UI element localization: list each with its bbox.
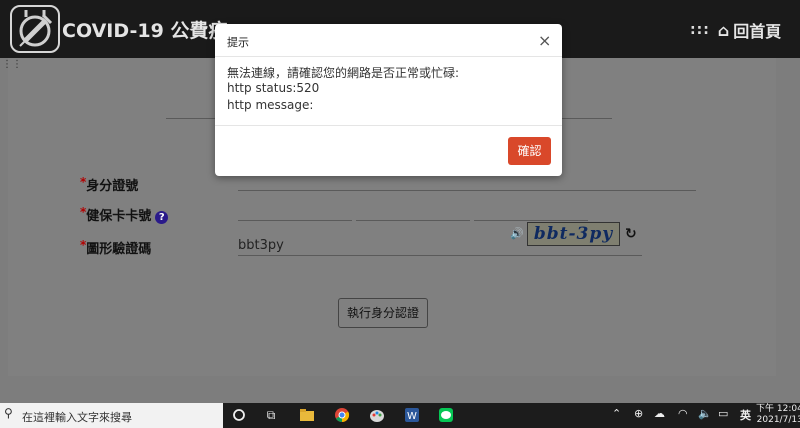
- alert-dialog: 提示 × 無法連線，請確認您的網路是否正常或忙碌: http status:52…: [215, 24, 562, 176]
- clock-time: 下午 12:04: [756, 404, 800, 414]
- syringe-icon: [19, 10, 53, 47]
- speaker-icon[interactable]: 🔊: [510, 227, 524, 240]
- submit-button[interactable]: 執行身分認證: [338, 298, 428, 328]
- volume-icon[interactable]: 🔈: [698, 407, 712, 420]
- pen-workspace-icon[interactable]: ⊕: [634, 407, 643, 420]
- ime-indicator[interactable]: 英: [740, 407, 751, 423]
- captcha-image: bbt-3py: [527, 222, 620, 246]
- refresh-icon[interactable]: ↻: [625, 226, 637, 242]
- cortana-icon[interactable]: [230, 406, 248, 424]
- card-number-input-1[interactable]: [238, 220, 352, 221]
- keyboard-icon[interactable]: ▭: [718, 407, 728, 420]
- onedrive-icon[interactable]: ☁: [654, 407, 665, 420]
- dialog-http-message-line: http message:: [227, 98, 314, 112]
- taskbar-search-placeholder: 在這裡輸入文字來搜尋: [22, 411, 132, 424]
- confirm-button[interactable]: 確認: [508, 137, 551, 165]
- close-icon[interactable]: ×: [538, 31, 551, 50]
- home-icon: ⌂: [717, 20, 730, 40]
- taskbar-clock[interactable]: 下午 12:04 2021/7/13: [756, 404, 800, 426]
- id-number-input[interactable]: [238, 190, 696, 191]
- paint-icon[interactable]: [368, 406, 386, 424]
- site-title: COVID-19 公費疫: [62, 20, 228, 42]
- dialog-status-line: http status:520: [227, 81, 320, 95]
- home-link[interactable]: ::: ⌂ 回首頁: [690, 18, 781, 42]
- dialog-title: 提示: [227, 36, 249, 49]
- dialog-footer-divider: [215, 125, 562, 126]
- home-label: 回首頁: [733, 22, 782, 41]
- card-number-label: *健保卡卡號?: [80, 205, 169, 224]
- clock-date: 2021/7/13: [756, 415, 800, 425]
- site-logo[interactable]: [10, 5, 60, 53]
- dialog-message-line: 無法連線，請確認您的網路是否正常或忙碌:: [227, 66, 460, 80]
- id-number-label: *身分證號: [80, 175, 139, 194]
- captcha-input-underline: [238, 255, 642, 256]
- menu-dots-icon[interactable]: :::: [690, 22, 710, 38]
- captcha-label: *圖形驗證碼: [80, 238, 152, 257]
- word-icon[interactable]: W: [403, 406, 421, 424]
- card-number-input-2[interactable]: [356, 220, 470, 221]
- search-icon: ⚲: [4, 406, 13, 420]
- show-hidden-icons-icon[interactable]: ⌃: [612, 407, 621, 420]
- help-icon[interactable]: ?: [155, 211, 169, 224]
- file-explorer-icon[interactable]: [298, 406, 316, 424]
- svg-text:W: W: [407, 411, 417, 422]
- card-number-input-3[interactable]: [474, 220, 588, 221]
- chrome-icon[interactable]: [333, 406, 351, 424]
- wifi-icon[interactable]: ◠: [678, 407, 688, 420]
- task-view-icon[interactable]: ⧉: [262, 406, 280, 424]
- line-app-icon[interactable]: [437, 406, 455, 424]
- captcha-input[interactable]: bbt3py: [238, 238, 284, 253]
- dialog-header-divider: [215, 56, 562, 57]
- drag-handle-icon: ⋮⋮: [2, 59, 22, 70]
